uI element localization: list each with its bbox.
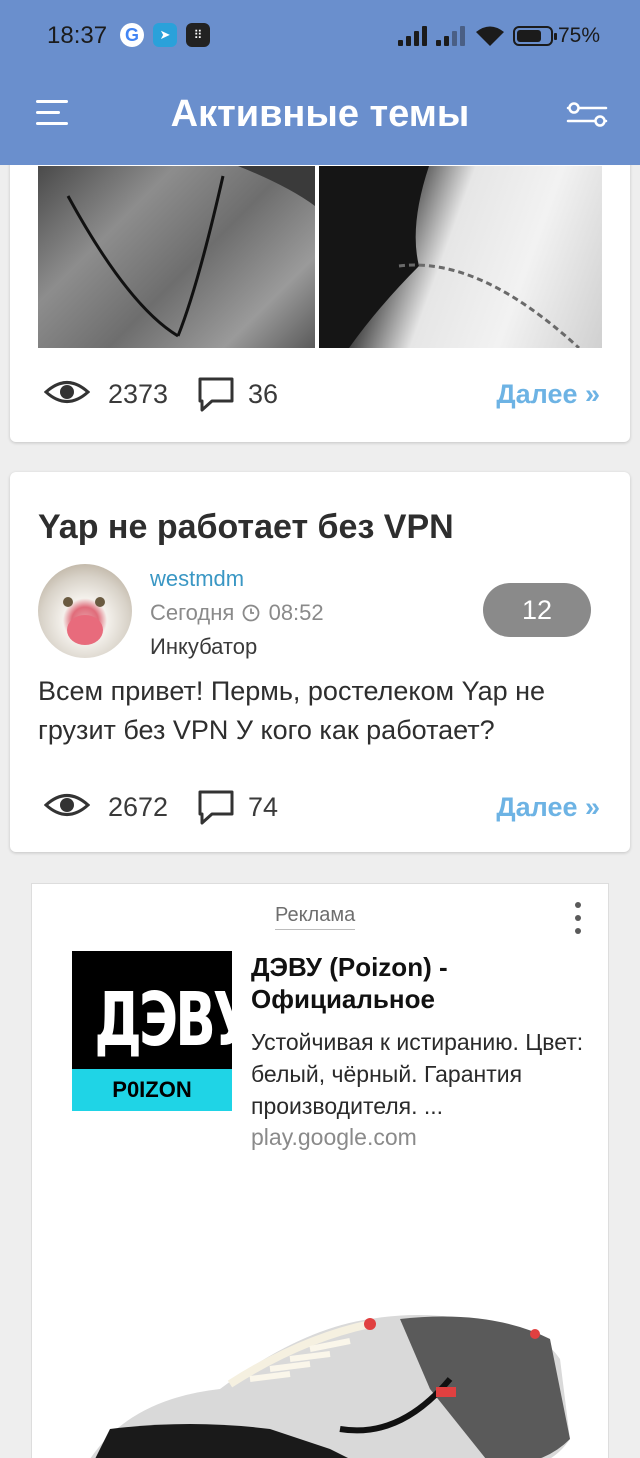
views-count: 2672	[108, 792, 169, 822]
read-more-link[interactable]: Далее »	[496, 379, 600, 410]
ad-logo-text: ДЭВУ	[94, 977, 254, 1063]
comments-count: 74	[248, 792, 279, 822]
ad-logo[interactable]: ДЭВУ P0IZON	[72, 951, 254, 1111]
forum-name[interactable]: Инкубатор	[150, 634, 257, 660]
topic-card[interactable]: Yap не работает без VPN westmdm Сегодня …	[10, 472, 630, 852]
ad-logo-sub: P0IZON	[72, 1069, 232, 1111]
filter-sliders-icon[interactable]	[566, 100, 608, 128]
app-grid-icon: ⠿	[186, 23, 210, 47]
google-icon: G	[120, 23, 144, 47]
avatar[interactable]	[38, 564, 132, 658]
ad-label: Реклама	[275, 904, 356, 930]
replies-badge: 12	[483, 583, 591, 637]
topic-card-previous[interactable]: 2373 36 Далее »	[10, 120, 630, 442]
comments-count: 36	[248, 379, 279, 409]
telegram-icon: ➤	[153, 23, 177, 47]
post-date-day: Сегодня	[150, 600, 235, 625]
topic-excerpt: Всем привет! Пермь, ростелеком Yap не гр…	[38, 676, 546, 745]
wifi-icon	[476, 26, 504, 46]
status-time: 18:37	[47, 22, 108, 49]
eye-icon	[44, 794, 90, 816]
topic-title[interactable]: Yap не работает без VPN	[38, 508, 454, 547]
ad-domain[interactable]: play.google.com	[251, 1124, 417, 1151]
post-image-left	[38, 166, 315, 348]
ad-description: Устойчивая к истиранию. Цвет: белый, чёр…	[251, 1029, 584, 1119]
status-bar: 18:37 G ➤ ⠿ 75%	[0, 0, 640, 70]
sneaker-image[interactable]	[70, 1279, 590, 1458]
topic-stats: 2373 36 Далее »	[44, 375, 600, 415]
battery-percent: 75%	[558, 24, 601, 47]
battery-icon	[513, 26, 557, 46]
author-name[interactable]: westmdm	[150, 566, 244, 592]
page-title: Активные темы	[170, 93, 470, 135]
topic-stats: 2672 74 Далее »	[44, 788, 600, 828]
eye-icon	[44, 381, 90, 403]
signal-icon	[398, 26, 428, 46]
views-count: 2373	[108, 379, 169, 409]
battery-fill	[517, 30, 541, 42]
read-more-link[interactable]: Далее »	[496, 792, 600, 823]
top-app-bar: 18:37 G ➤ ⠿ 75% Активные темы	[0, 0, 640, 165]
post-time: 08:52	[268, 600, 324, 625]
ad-title[interactable]: ДЭВУ (Poizon) - Официальное	[251, 951, 591, 1015]
signal-icon-2	[436, 26, 466, 46]
more-options-icon[interactable]	[570, 900, 586, 936]
post-image-right	[319, 166, 602, 348]
ad-block[interactable]: Реклама ДЭВУ P0IZON ДЭВУ (Poizon) - Офиц…	[31, 883, 609, 1458]
comment-icon	[198, 790, 234, 825]
clock-icon	[243, 604, 260, 622]
comment-icon	[198, 377, 234, 412]
post-date: Сегодня 08:52	[150, 600, 324, 626]
